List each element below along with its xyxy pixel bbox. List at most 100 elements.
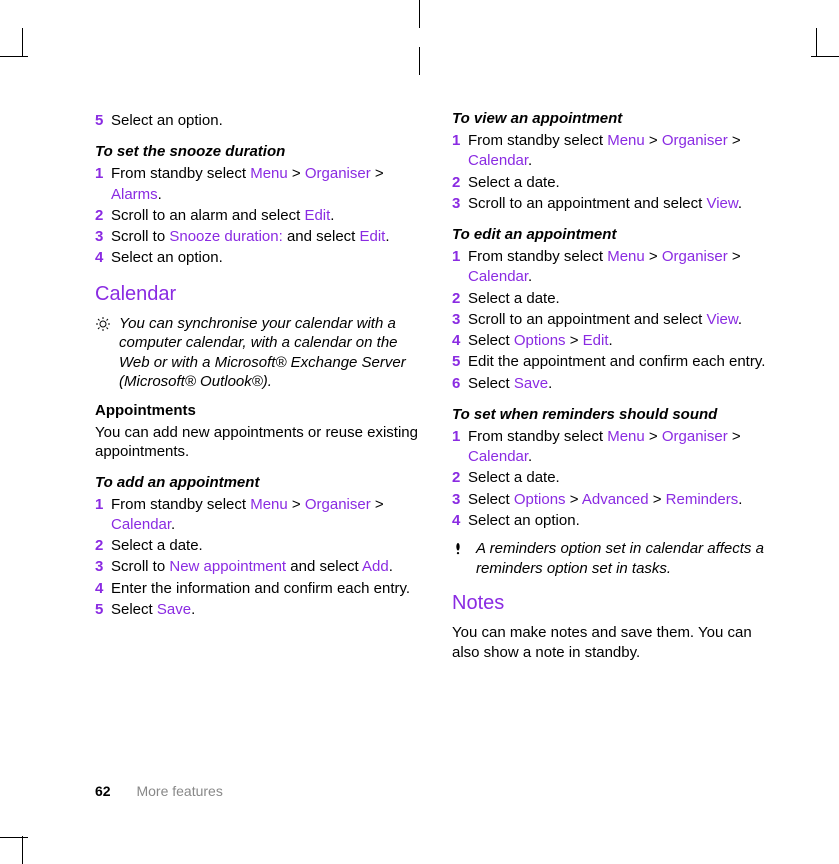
- step: 4 Select an option.: [95, 248, 422, 268]
- step: 3 Scroll to New appointment and select A…: [95, 557, 422, 577]
- step-text: Select an option.: [111, 111, 422, 131]
- page-footer: 62 More features: [95, 783, 223, 799]
- step-number: 1: [452, 131, 468, 151]
- step: 4 Select Options > Edit.: [452, 331, 779, 351]
- step: 6 Select Save.: [452, 374, 779, 394]
- menu-link: Organiser: [305, 496, 371, 513]
- step-number: 5: [95, 600, 111, 620]
- step-text: Select a date.: [111, 536, 422, 556]
- step: 2 Select a date.: [452, 173, 779, 193]
- step: 3 Scroll to an appointment and select Vi…: [452, 194, 779, 214]
- step-number: 3: [452, 490, 468, 510]
- step-text: Select an option.: [111, 248, 422, 268]
- step: 5 Select Save.: [95, 600, 422, 620]
- step: 5 Edit the appointment and confirm each …: [452, 352, 779, 372]
- step: 2 Select a date.: [452, 289, 779, 309]
- menu-link: Menu: [607, 132, 645, 149]
- step-number: 3: [452, 310, 468, 330]
- step: 5 Select an option.: [95, 111, 422, 131]
- menu-link: Alarms: [111, 186, 158, 203]
- step: 4 Select an option.: [452, 511, 779, 531]
- step: 1 From standby select Menu > Organiser >…: [452, 131, 779, 172]
- step: 1 From standby select Menu > Organiser >…: [452, 427, 779, 468]
- step-number: 2: [452, 289, 468, 309]
- step-text: Select Save.: [111, 600, 422, 620]
- step-number: 4: [452, 511, 468, 531]
- step-number: 2: [452, 173, 468, 193]
- menu-link: Options: [514, 332, 566, 349]
- step-list: 1 From standby select Menu > Organiser >…: [452, 427, 779, 531]
- section-heading: Calendar: [95, 283, 422, 306]
- menu-link: Reminders: [666, 491, 739, 508]
- step-number: 1: [452, 427, 468, 447]
- tip-text: You can synchronise your calendar with a…: [119, 314, 422, 392]
- menu-link: Edit: [583, 332, 609, 349]
- crop-mark: [22, 836, 23, 864]
- menu-link: Menu: [607, 248, 645, 265]
- step-number: 2: [452, 468, 468, 488]
- menu-link: Snooze duration:: [169, 228, 282, 245]
- menu-link: Menu: [250, 496, 288, 513]
- step: 2 Scroll to an alarm and select Edit.: [95, 206, 422, 226]
- step-number: 4: [95, 248, 111, 268]
- menu-link: Edit: [304, 207, 330, 224]
- step-text: Scroll to New appointment and select Add…: [111, 557, 422, 577]
- menu-link: Organiser: [662, 428, 728, 445]
- menu-link: Advanced: [582, 491, 649, 508]
- tip-note: You can synchronise your calendar with a…: [95, 314, 422, 392]
- step-number: 5: [452, 352, 468, 372]
- step-number: 2: [95, 536, 111, 556]
- crop-mark: [419, 0, 420, 28]
- task-title: To set the snooze duration: [95, 143, 422, 160]
- task-title: To add an appointment: [95, 474, 422, 491]
- right-column: To view an appointment 1 From standby se…: [452, 110, 779, 666]
- step-number: 2: [95, 206, 111, 226]
- step: 2 Select a date.: [95, 536, 422, 556]
- step-text: Scroll to an appointment and select View…: [468, 194, 779, 214]
- step-text: Scroll to Snooze duration: and select Ed…: [111, 227, 422, 247]
- menu-link: Menu: [250, 165, 288, 182]
- step-number: 3: [95, 227, 111, 247]
- warning-text: A reminders option set in calendar affec…: [476, 539, 779, 578]
- step-text: Select a date.: [468, 289, 779, 309]
- step-number: 1: [452, 247, 468, 267]
- step-text: Select a date.: [468, 468, 779, 488]
- page-content: 5 Select an option. To set the snooze du…: [95, 110, 779, 666]
- section-heading: Notes: [452, 592, 779, 615]
- task-title: To set when reminders should sound: [452, 406, 779, 423]
- step-text: Select Options > Advanced > Reminders.: [468, 490, 779, 510]
- task-title: To view an appointment: [452, 110, 779, 127]
- menu-link: Organiser: [305, 165, 371, 182]
- step-list: 1 From standby select Menu > Organiser >…: [95, 495, 422, 621]
- step-number: 1: [95, 495, 111, 515]
- lightbulb-icon: [95, 316, 111, 336]
- crop-mark: [0, 837, 28, 838]
- menu-link: Menu: [607, 428, 645, 445]
- menu-link: Calendar: [468, 152, 528, 169]
- step-list: 1 From standby select Menu > Organiser >…: [452, 247, 779, 394]
- step: 1 From standby select Menu > Organiser >…: [95, 164, 422, 205]
- exclamation-icon: [452, 541, 468, 561]
- step: 3 Scroll to Snooze duration: and select …: [95, 227, 422, 247]
- crop-mark: [811, 56, 839, 57]
- step: 1 From standby select Menu > Organiser >…: [95, 495, 422, 536]
- step-text: Edit the appointment and confirm each en…: [468, 352, 779, 372]
- step-number: 4: [452, 331, 468, 351]
- paragraph: You can make notes and save them. You ca…: [452, 623, 779, 662]
- step: 1 From standby select Menu > Organiser >…: [452, 247, 779, 288]
- footer-section: More features: [136, 783, 222, 799]
- menu-link: Save: [157, 601, 191, 618]
- step-text: From standby select Menu > Organiser > C…: [468, 427, 779, 468]
- step-text: Scroll to an alarm and select Edit.: [111, 206, 422, 226]
- step-number: 1: [95, 164, 111, 184]
- menu-link: Calendar: [111, 516, 171, 533]
- left-column: 5 Select an option. To set the snooze du…: [95, 110, 422, 666]
- step-text: Select an option.: [468, 511, 779, 531]
- menu-link: Organiser: [662, 248, 728, 265]
- step-list: 1 From standby select Menu > Organiser >…: [452, 131, 779, 214]
- step-text: Scroll to an appointment and select View…: [468, 310, 779, 330]
- step-text: From standby select Menu > Organiser > A…: [111, 164, 422, 205]
- step-number: 4: [95, 579, 111, 599]
- crop-mark: [0, 56, 28, 57]
- step-number: 3: [95, 557, 111, 577]
